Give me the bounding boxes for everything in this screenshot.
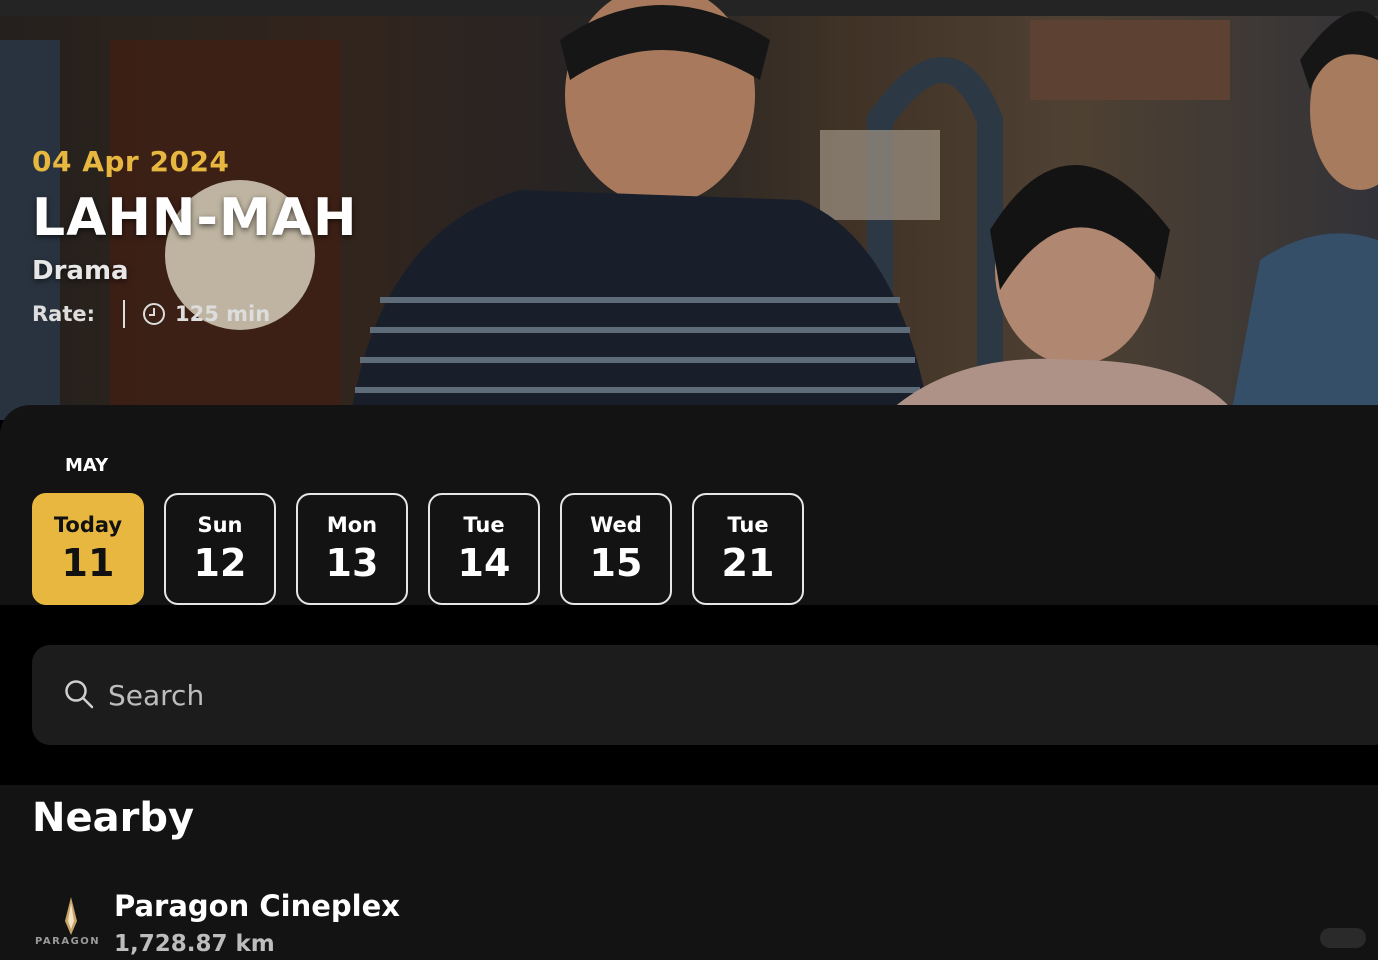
movie-meta: Rate: 125 min <box>32 300 358 328</box>
paragon-logo-icon <box>65 897 77 935</box>
movie-title: LAHN-MAH <box>32 188 358 248</box>
month-label: MAY <box>65 455 109 476</box>
date-day-number: 21 <box>721 541 775 585</box>
watermark-badge <box>1320 928 1366 948</box>
movie-duration: 125 min <box>175 302 271 326</box>
date-chip-today[interactable]: Today 11 <box>32 493 144 605</box>
date-chip-tue-14[interactable]: Tue 14 <box>428 493 540 605</box>
movie-genre: Drama <box>32 256 129 286</box>
date-day-number: 14 <box>457 541 511 585</box>
cinema-name: Paragon Cineplex <box>114 889 400 923</box>
date-day-of-week: Tue <box>463 513 505 537</box>
date-chip-mon-13[interactable]: Mon 13 <box>296 493 408 605</box>
search-bar[interactable] <box>32 645 1378 745</box>
search-icon <box>65 680 94 709</box>
date-chip-wed-15[interactable]: Wed 15 <box>560 493 672 605</box>
date-day-of-week: Mon <box>326 513 378 537</box>
movie-info: 04 Apr 2024 LAHN-MAH Drama Rate: 125 min <box>32 145 358 328</box>
clock-icon <box>143 303 166 325</box>
date-chip-tue-21[interactable]: Tue 21 <box>692 493 804 605</box>
cinema-logo-text: PARAGON <box>35 936 101 947</box>
search-section <box>0 605 1378 785</box>
date-day-number: 12 <box>193 541 247 585</box>
movie-hero: 04 Apr 2024 LAHN-MAH Drama Rate: 125 min <box>0 0 1378 420</box>
date-day-of-week: Today <box>53 513 123 537</box>
date-day-of-week: Tue <box>727 513 769 537</box>
cinema-distance: 1,728.87 km <box>114 931 275 957</box>
date-chip-sun-12[interactable]: Sun 12 <box>164 493 276 605</box>
date-list: Today 11 Sun 12 Mon 13 Tue 14 Wed 15 Tue… <box>32 493 804 605</box>
release-date: 04 Apr 2024 <box>32 145 230 178</box>
date-day-of-week: Wed <box>590 513 642 537</box>
cinema-list-item[interactable]: PARAGON Paragon Cineplex 1,728.87 km <box>32 885 632 957</box>
search-input[interactable] <box>108 665 1208 725</box>
date-day-number: 15 <box>589 541 643 585</box>
nearby-heading: Nearby <box>32 795 195 841</box>
meta-divider <box>123 300 126 328</box>
date-day-number: 11 <box>61 541 115 585</box>
nearby-section: Nearby PARAGON Paragon Cineplex 1,728.87… <box>0 785 1378 960</box>
date-picker: MAY Today 11 Sun 12 Mon 13 Tue 14 Wed 15… <box>0 405 1378 605</box>
date-day-of-week: Sun <box>197 513 243 537</box>
cinema-logo: PARAGON <box>32 897 108 957</box>
rate-label: Rate: <box>32 302 96 326</box>
date-day-number: 13 <box>325 541 379 585</box>
